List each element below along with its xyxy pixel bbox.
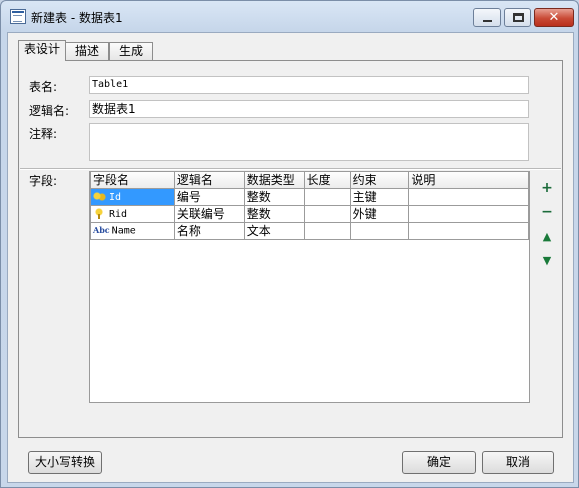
add-field-button[interactable]: + (540, 181, 554, 195)
description-cell[interactable] (408, 188, 529, 206)
field-name-cell[interactable]: Rid (90, 205, 175, 223)
table-row[interactable]: Id 编号 整数 主键 (90, 188, 529, 206)
constraint-cell[interactable] (349, 222, 410, 240)
table-design-panel: 表名: Table1 逻辑名: 数据表1 注释: 字段: 字段名 逻辑名 数据类… (18, 60, 563, 438)
ok-button[interactable]: 确定 (402, 451, 476, 474)
logic-name-label: 逻辑名: (29, 104, 70, 118)
column-header[interactable]: 长度 (303, 172, 351, 189)
fields-table: 字段名 逻辑名 数据类型 长度 约束 说明 Id 编号 整数 主键 Rid 关联… (90, 172, 529, 240)
data-type-cell[interactable]: 整数 (243, 188, 305, 206)
constraint-cell[interactable]: 外键 (349, 205, 410, 223)
data-type-cell[interactable]: 整数 (243, 205, 305, 223)
minimize-button[interactable] (473, 8, 501, 27)
field-name-cell[interactable]: Abc Name (90, 222, 175, 240)
logic-name-cell[interactable]: 名称 (173, 222, 245, 240)
column-header[interactable]: 逻辑名 (173, 172, 245, 189)
tab-table-design[interactable]: 表设计 (18, 40, 66, 61)
grid-header-row: 字段名 逻辑名 数据类型 长度 约束 说明 (90, 172, 529, 189)
table-icon (10, 9, 26, 24)
length-cell[interactable] (303, 188, 351, 206)
column-header[interactable]: 说明 (408, 172, 529, 189)
cancel-button[interactable]: 取消 (482, 451, 554, 474)
logic-name-cell[interactable]: 关联编号 (173, 205, 245, 223)
move-down-button[interactable]: ▼ (540, 254, 554, 268)
logic-name-input[interactable]: 数据表1 (89, 100, 529, 118)
table-row[interactable]: Rid 关联编号 整数 外键 (90, 205, 529, 223)
table-name-label: 表名: (29, 80, 58, 94)
text-field-icon: Abc (93, 225, 110, 236)
close-button[interactable]: ✕ (534, 8, 574, 27)
length-cell[interactable] (303, 205, 351, 223)
title-bar: 新建表 - 数据表1 ✕ (1, 1, 578, 31)
tab-description[interactable]: 描述 (65, 42, 109, 60)
fields-grid[interactable]: 字段名 逻辑名 数据类型 长度 约束 说明 Id 编号 整数 主键 Rid 关联… (89, 171, 530, 403)
primary-key-icon (93, 190, 107, 203)
field-name-text: Rid (109, 208, 128, 220)
logic-name-cell[interactable]: 编号 (173, 188, 245, 206)
window-title: 新建表 - 数据表1 (31, 11, 123, 25)
constraint-cell[interactable]: 主键 (349, 188, 410, 206)
maximize-button[interactable] (504, 8, 531, 27)
table-name-input[interactable]: Table1 (89, 76, 529, 94)
column-header[interactable]: 数据类型 (243, 172, 305, 189)
field-name-cell[interactable]: Id (90, 188, 175, 206)
remove-field-button[interactable]: − (540, 205, 554, 219)
tab-generate[interactable]: 生成 (109, 42, 153, 60)
field-name-text: Id (109, 191, 122, 203)
length-cell[interactable] (303, 222, 351, 240)
comment-label: 注释: (29, 127, 58, 141)
case-convert-button[interactable]: 大小写转换 (28, 451, 102, 474)
move-up-button[interactable]: ▲ (540, 230, 554, 244)
close-icon: ✕ (548, 10, 560, 25)
comment-input[interactable] (89, 123, 529, 161)
fields-label: 字段: (29, 174, 58, 188)
column-header[interactable]: 字段名 (90, 172, 175, 189)
maximize-icon (513, 13, 524, 22)
divider (20, 168, 561, 170)
description-cell[interactable] (408, 205, 529, 223)
dialog-body: 表设计 描述 生成 表名: Table1 逻辑名: 数据表1 注释: 字段: 字… (7, 32, 574, 483)
new-table-dialog: 新建表 - 数据表1 ✕ 表设计 描述 生成 表名: Table1 逻辑名: 数… (0, 0, 579, 488)
description-cell[interactable] (408, 222, 529, 240)
minimize-icon (483, 20, 492, 22)
data-type-cell[interactable]: 文本 (243, 222, 305, 240)
field-name-text: Name (111, 225, 136, 237)
table-row[interactable]: Abc Name 名称 文本 (90, 222, 529, 240)
column-header[interactable]: 约束 (349, 172, 410, 189)
foreign-key-icon (93, 207, 107, 220)
